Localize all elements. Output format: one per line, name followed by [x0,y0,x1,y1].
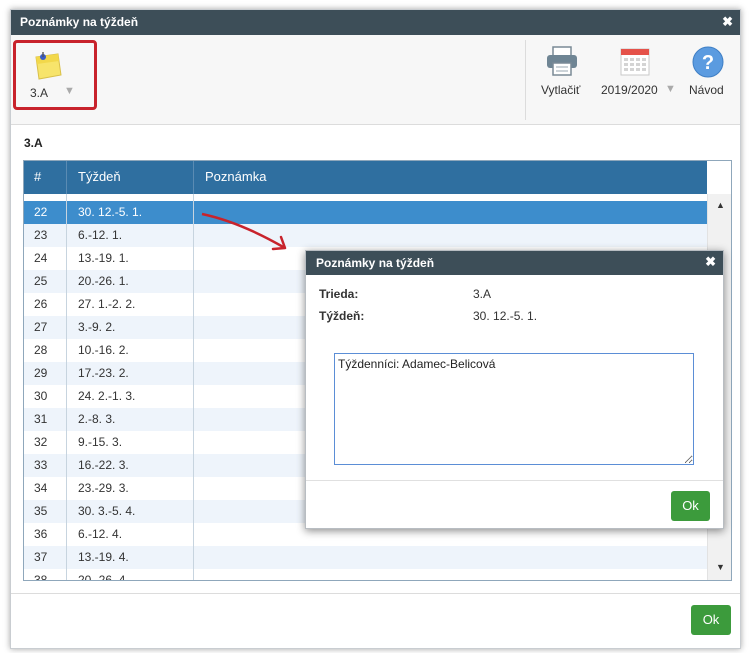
note-textarea[interactable] [334,353,694,465]
svg-text:?: ? [702,52,714,74]
table-row[interactable]: 37 13.-19. 4. [24,546,707,569]
row-number: 29 [34,366,48,380]
week-field-value: 30. 12.-5. 1. [473,309,538,323]
dialog-title: Poznámky na týždeň [316,256,435,270]
row-number: 32 [34,435,48,449]
footer-divider [11,593,740,594]
calendar-icon [620,48,650,76]
note-dialog: Poznámky na týždeň ✖ Trieda: 3.A Týždeň:… [305,250,724,529]
row-number: 31 [34,412,48,426]
print-button[interactable]: Vytlačiť [529,35,597,123]
class-select-button[interactable]: 3.A ▼ [13,40,97,110]
print-label: Vytlačiť [541,83,581,97]
dialog-footer-divider [306,480,723,481]
window-close-icon[interactable]: ✖ [722,14,733,30]
row-week: 27. 1.-2. 2. [78,297,136,311]
table-row[interactable]: 38 20.-26. 4. [24,569,707,581]
row-number: 30 [34,389,48,403]
row-week: 3.-9. 2. [78,320,116,334]
class-field-value: 3.A [473,287,492,301]
window-title: Poznámky na týždeň [20,15,139,29]
row-week: 24. 2.-1. 3. [78,389,136,403]
ok-button[interactable]: Ok [691,605,731,635]
school-year-label: 2019/2020 [601,83,658,97]
class-select-label: 3.A [30,86,49,100]
window-titlebar: Poznámky na týždeň ✖ [11,10,740,35]
help-button[interactable]: ? Návod [681,35,737,123]
table-header: # Týždeň Poznámka [24,161,707,194]
column-header-week: Týždeň [78,169,121,184]
dialog-close-icon[interactable]: ✖ [705,254,716,270]
help-icon: ? [692,46,724,78]
week-field-label: Týždeň: [319,309,365,323]
column-header-note: Poznámka [205,169,267,184]
row-week: 13.-19. 4. [78,550,129,564]
help-label: Návod [689,83,724,97]
row-week: 10.-16. 2. [78,343,129,357]
row-number: 27 [34,320,48,334]
row-week: 20.-26. 1. [78,274,129,288]
row-week: 2.-8. 3. [78,412,116,426]
row-week: 6.-12. 4. [78,527,123,541]
chevron-down-icon: ▼ [665,83,676,95]
table-row[interactable]: 22 30. 12.-5. 1. [24,201,707,224]
row-number: 34 [34,481,48,495]
table-row[interactable]: 23 6.-12. 1. [24,224,707,247]
row-number: 38 [34,573,48,581]
row-number: 25 [34,274,48,288]
row-number: 23 [34,228,48,242]
row-number: 33 [34,458,48,472]
toolbar-separator [525,40,526,120]
class-heading: 3.A [24,136,43,150]
row-week: 13.-19. 1. [78,251,129,265]
sticky-note-icon [35,52,62,80]
scroll-up-icon[interactable]: ▲ [716,200,725,210]
scroll-down-icon[interactable]: ▼ [716,562,725,572]
school-year-select[interactable]: 2019/2020 ▼ [599,35,679,123]
chevron-down-icon: ▼ [64,85,75,97]
printer-icon [547,46,577,76]
row-week: 16.-22. 3. [78,458,129,472]
dialog-ok-button[interactable]: Ok [671,491,710,521]
row-week: 6.-12. 1. [78,228,123,242]
row-week: 20.-26. 4. [78,573,129,581]
column-header-number: # [34,169,42,184]
row-number: 36 [34,527,48,541]
row-week: 30. 12.-5. 1. [78,205,143,219]
row-number: 22 [34,205,48,219]
class-field-label: Trieda: [319,287,359,301]
toolbar: 3.A ▼ Vytlačiť 2019/2020 ▼ ? Návod [11,35,740,125]
row-number: 37 [34,550,48,564]
row-week: 17.-23. 2. [78,366,129,380]
row-number: 35 [34,504,48,518]
row-number: 26 [34,297,48,311]
row-week: 23.-29. 3. [78,481,129,495]
row-week: 30. 3.-5. 4. [78,504,136,518]
row-number: 28 [34,343,48,357]
row-week: 9.-15. 3. [78,435,123,449]
dialog-titlebar: Poznámky na týždeň ✖ [306,251,723,275]
row-number: 24 [34,251,48,265]
